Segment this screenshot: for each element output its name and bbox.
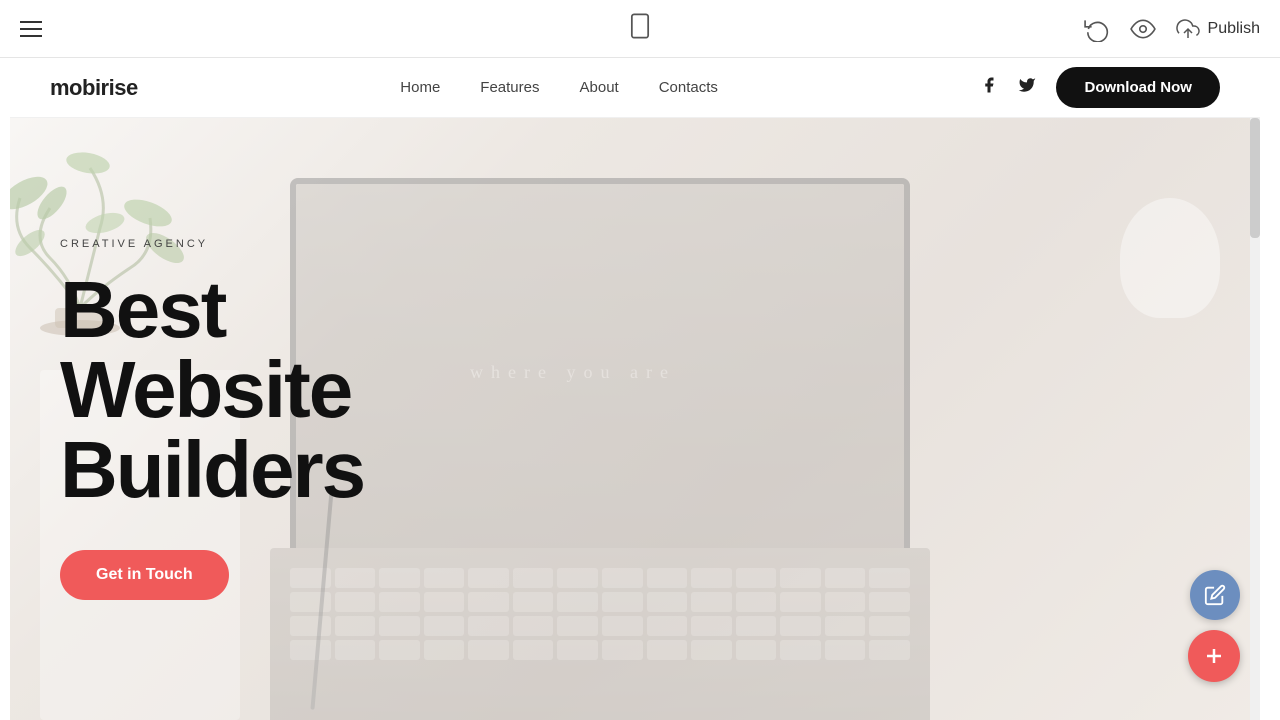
- hero-title: Best Website Builders: [60, 270, 510, 510]
- hero-section: where you are: [10, 118, 1260, 720]
- preview-button[interactable]: [1130, 16, 1156, 42]
- scrollbar-thumb[interactable]: [1250, 118, 1260, 238]
- nav-item-contacts[interactable]: Contacts: [659, 79, 718, 97]
- site-logo: mobirise: [50, 75, 138, 101]
- preview-area: mobirise Home Features About Contacts: [10, 58, 1270, 720]
- publish-label: Publish: [1208, 20, 1260, 38]
- mug-decoration: [1120, 198, 1220, 318]
- hamburger-button[interactable]: [20, 21, 42, 37]
- hero-title-line2: Builders: [60, 425, 364, 514]
- toolbar: Publish: [0, 0, 1280, 58]
- nav-item-about[interactable]: About: [580, 79, 619, 97]
- site-nav-right: Download Now: [980, 67, 1220, 108]
- mobile-preview-icon[interactable]: [626, 12, 654, 45]
- hero-content: CREATIVE AGENCY Best Website Builders Ge…: [10, 118, 560, 720]
- fab-add-button[interactable]: [1188, 630, 1240, 682]
- hero-title-line1: Best Website: [60, 265, 351, 434]
- twitter-icon[interactable]: [1018, 76, 1036, 99]
- nav-item-home[interactable]: Home: [400, 79, 440, 97]
- download-now-button[interactable]: Download Now: [1056, 67, 1220, 108]
- publish-button[interactable]: Publish: [1176, 17, 1260, 41]
- nav-item-features[interactable]: Features: [480, 79, 539, 97]
- fab-edit-button[interactable]: [1190, 570, 1240, 620]
- hero-cta-button[interactable]: Get in Touch: [60, 550, 229, 600]
- hero-tagline: CREATIVE AGENCY: [60, 238, 510, 250]
- site-navbar: mobirise Home Features About Contacts: [10, 58, 1260, 118]
- scrollbar[interactable]: [1250, 118, 1260, 720]
- undo-button[interactable]: [1084, 16, 1110, 42]
- facebook-icon[interactable]: [980, 76, 998, 99]
- site-nav: Home Features About Contacts: [400, 79, 718, 97]
